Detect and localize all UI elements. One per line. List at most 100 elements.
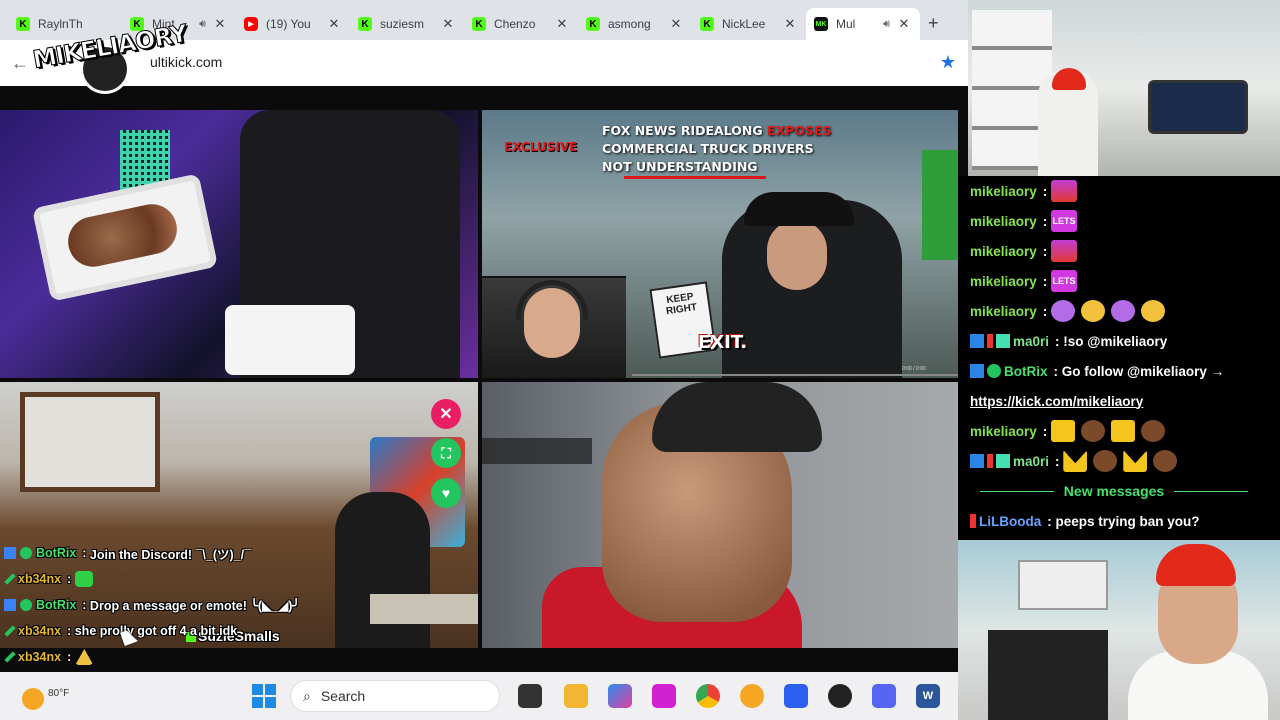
headline-red: EXPOSES bbox=[766, 123, 832, 138]
chat-line: mikeliaory: LETS bbox=[970, 206, 1280, 236]
video-progress-bar[interactable] bbox=[632, 374, 958, 376]
new-messages-divider[interactable]: New messages bbox=[970, 476, 1258, 506]
chat-username[interactable]: ma0ri bbox=[1013, 334, 1049, 349]
tab-nicklee[interactable]: K NickLee ✕ bbox=[692, 8, 806, 40]
tab-title: asmong bbox=[608, 17, 651, 31]
diamond-app-icon[interactable] bbox=[784, 684, 808, 708]
truck bbox=[922, 150, 958, 260]
cat-emote-icon bbox=[1111, 300, 1136, 322]
chat-line: BotRix: Go follow @mikeliaory → bbox=[970, 356, 1280, 386]
headline-pre: FOX NEWS RIDEALONG bbox=[602, 123, 767, 138]
officer-face bbox=[767, 220, 827, 290]
tab-suziesm[interactable]: K suziesm ✕ bbox=[350, 8, 464, 40]
bot-badge-icon bbox=[970, 364, 984, 378]
screen: K RaylnTh K Mint 🔊︎ ✕ ▶ (19) You ✕ K suz… bbox=[0, 0, 1280, 720]
video-tile-1[interactable] bbox=[0, 110, 478, 378]
chat-line: xb34nx : bbox=[4, 566, 484, 592]
cat-emote-icon bbox=[1141, 300, 1166, 322]
youtube-icon: ▶ bbox=[244, 17, 258, 31]
chat-username[interactable]: xb34nx bbox=[18, 624, 61, 638]
speaker-icon[interactable]: 🔊︎ bbox=[883, 18, 890, 31]
expand-stream-button[interactable]: ⛶ bbox=[431, 438, 461, 468]
chat-line: BotRix : Drop a message or emote! ╰(◣_◢)… bbox=[4, 592, 484, 618]
man-emote-icon bbox=[1141, 420, 1166, 442]
chat-username[interactable]: mikeliaory bbox=[970, 214, 1037, 229]
chat-text: peeps trying ban you? bbox=[1055, 513, 1200, 529]
kick-icon: K bbox=[16, 17, 30, 31]
sub-badge-icon bbox=[987, 334, 993, 348]
chat-username[interactable]: xb34nx bbox=[18, 650, 61, 664]
davinci-icon[interactable] bbox=[828, 684, 852, 708]
chat-username[interactable]: mikeliaory bbox=[970, 244, 1037, 259]
kick-icon: K bbox=[700, 17, 714, 31]
tab-asmong[interactable]: K asmong ✕ bbox=[578, 8, 692, 40]
man-emote-icon bbox=[1081, 420, 1106, 442]
taskbar-search[interactable]: ⌕ Search bbox=[290, 680, 500, 712]
chat-username[interactable]: mikeliaory bbox=[970, 424, 1037, 439]
chat-username[interactable]: xb34nx bbox=[18, 572, 61, 586]
windows-start-icon[interactable] bbox=[252, 684, 276, 708]
video-tile-4[interactable] bbox=[482, 382, 958, 648]
tab-youtube[interactable]: ▶ (19) You ✕ bbox=[236, 8, 350, 40]
chat-text: Go follow @mikeliaory → bbox=[1061, 363, 1225, 379]
tab-multikick[interactable]: MK Mul 🔊︎ ✕ bbox=[806, 8, 920, 40]
chat-text: !so @mikeliaory bbox=[1063, 333, 1168, 349]
chat-username[interactable]: mikeliaory bbox=[970, 304, 1037, 319]
discord-icon[interactable] bbox=[872, 684, 896, 708]
colon: : bbox=[1042, 303, 1052, 319]
exclusive-label: EXCLUSIVE bbox=[504, 140, 578, 154]
chat-username[interactable]: BotRix bbox=[1004, 364, 1048, 379]
word-icon[interactable]: W bbox=[916, 684, 940, 708]
bot-badge-icon bbox=[4, 547, 16, 559]
close-icon: ✕ bbox=[439, 406, 453, 423]
chat-line: xb34nx : bbox=[4, 644, 484, 670]
follow-button[interactable]: ♥ bbox=[431, 478, 461, 508]
weather-widget[interactable]: 80°F bbox=[8, 678, 88, 714]
close-tab-icon[interactable]: ✕ bbox=[326, 16, 342, 32]
heart-icon: ♥ bbox=[441, 485, 451, 501]
chat-username[interactable]: BotRix bbox=[36, 546, 76, 560]
sunny-app-icon[interactable] bbox=[740, 684, 764, 708]
task-view-icon[interactable] bbox=[518, 684, 542, 708]
wu-emote-icon bbox=[1111, 420, 1136, 442]
mirror bbox=[20, 392, 160, 492]
close-tab-icon[interactable]: ✕ bbox=[212, 16, 228, 32]
chat-username[interactable]: mikeliaory bbox=[970, 184, 1037, 199]
tab-title: Chenzo bbox=[494, 17, 536, 31]
verified-badge-icon bbox=[20, 599, 32, 611]
chat-username[interactable]: BotRix bbox=[36, 598, 76, 612]
man-emote-icon bbox=[1153, 450, 1178, 472]
close-tab-icon[interactable]: ✕ bbox=[440, 16, 456, 32]
mini-chat-overlay bbox=[482, 438, 592, 464]
gift-badge-icon bbox=[996, 454, 1010, 468]
speaker-icon[interactable]: 🔊︎ bbox=[199, 18, 206, 31]
new-tab-button[interactable]: + bbox=[928, 13, 939, 34]
green-emote-icon bbox=[75, 571, 94, 587]
video-tile-2[interactable]: EXCLUSIVE FOX NEWS RIDEALONG EXPOSES COM… bbox=[482, 110, 958, 378]
weather-temp: 80°F bbox=[48, 688, 70, 699]
chat-line: LiLBooda: peeps trying ban you? bbox=[970, 506, 1280, 536]
kick-icon: K bbox=[472, 17, 486, 31]
copilot-icon[interactable] bbox=[608, 684, 632, 708]
close-tab-icon[interactable]: ✕ bbox=[782, 16, 798, 32]
gym-equipment bbox=[988, 630, 1108, 720]
chat-username[interactable]: mikeliaory bbox=[970, 274, 1037, 289]
chat-username[interactable]: LiLBooda bbox=[979, 514, 1041, 529]
chat-link[interactable]: https://kick.com/mikeliaory bbox=[970, 394, 1143, 409]
chat-text: Drop a message or emote! ╰(◣_◢)╯ bbox=[89, 598, 300, 613]
search-icon: ⌕ bbox=[303, 687, 311, 704]
file-explorer-icon[interactable] bbox=[564, 684, 588, 708]
picsart-icon[interactable] bbox=[652, 684, 676, 708]
exit-label: EXIT. bbox=[698, 332, 748, 353]
colon: : bbox=[1055, 333, 1064, 349]
close-tab-icon[interactable]: ✕ bbox=[896, 16, 912, 32]
close-stream-button[interactable]: ✕ bbox=[431, 399, 461, 429]
search-placeholder: Search bbox=[320, 688, 366, 704]
close-tab-icon[interactable]: ✕ bbox=[554, 16, 570, 32]
close-tab-icon[interactable]: ✕ bbox=[668, 16, 684, 32]
tab-chenzo[interactable]: K Chenzo ✕ bbox=[464, 8, 578, 40]
chat-username[interactable]: ma0ri bbox=[1013, 454, 1049, 469]
bookmark-star-icon[interactable]: ★ bbox=[940, 52, 956, 73]
chat-line: mikeliaory: bbox=[970, 296, 1280, 326]
chrome-icon[interactable] bbox=[696, 684, 720, 708]
